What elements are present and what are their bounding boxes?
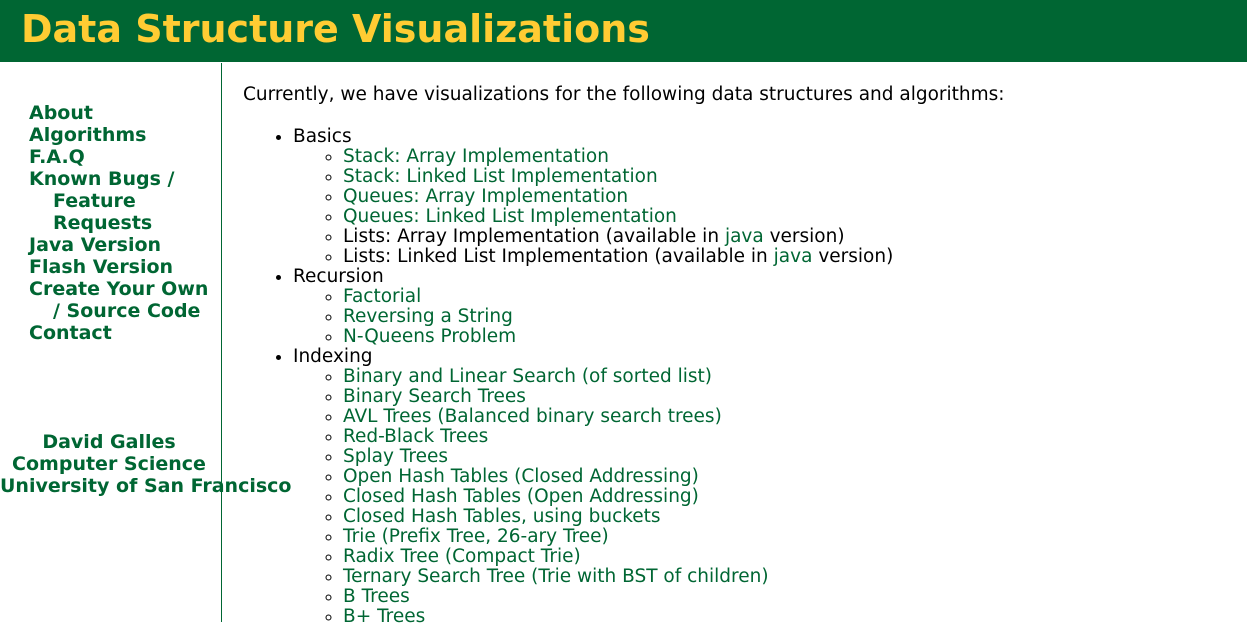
category-recursion: RecursionFactorialReversing a StringN-Qu… <box>293 267 1233 347</box>
algorithm-item: Closed Hash Tables (Open Addressing) <box>343 487 1233 507</box>
algorithm-item: Reversing a String <box>343 307 1233 327</box>
splay-trees-link[interactable]: Splay Trees <box>343 446 448 467</box>
algorithm-item: Splay Trees <box>343 447 1233 467</box>
algorithm-label: Lists: Linked List Implementation (avail… <box>343 246 774 267</box>
algorithm-item: Stack: Array Implementation <box>343 147 1233 167</box>
sidebar-item-faq: F.A.Q <box>29 146 209 168</box>
sidebar-item-known-bugs: Known Bugs / Feature Requests <box>29 168 209 234</box>
category-basics: BasicsStack: Array ImplementationStack: … <box>293 127 1233 267</box>
sidebar: About Algorithms F.A.Q Known Bugs / Feat… <box>0 63 292 622</box>
create-your-own-link[interactable]: Create Your Own / Source Code <box>29 278 208 322</box>
ternary-search-tree-trie-with-bst-of-children-link[interactable]: Ternary Search Tree (Trie with BST of ch… <box>343 566 769 587</box>
algorithm-list: Stack: Array ImplementationStack: Linked… <box>293 147 1233 267</box>
algorithms-link[interactable]: Algorithms <box>29 124 146 146</box>
sidebar-item-flash-version: Flash Version <box>29 256 209 278</box>
sidebar-nav: About Algorithms F.A.Q Known Bugs / Feat… <box>29 102 209 344</box>
category-list: BasicsStack: Array ImplementationStack: … <box>243 127 1233 627</box>
algorithm-item: Queues: Array Implementation <box>343 187 1233 207</box>
algorithm-item: Closed Hash Tables, using buckets <box>343 507 1233 527</box>
algorithm-item: Radix Tree (Compact Trie) <box>343 547 1233 567</box>
algorithm-label-suffix: version) <box>812 246 894 267</box>
radix-tree-compact-trie-link[interactable]: Radix Tree (Compact Trie) <box>343 546 581 567</box>
java-version-link[interactable]: java <box>774 246 813 267</box>
algorithm-item: B+ Trees <box>343 607 1233 627</box>
algorithm-item: N-Queens Problem <box>343 327 1233 347</box>
algorithm-item: Stack: Linked List Implementation <box>343 167 1233 187</box>
binary-and-linear-search-of-sorted-list-link[interactable]: Binary and Linear Search (of sorted list… <box>343 366 712 387</box>
algorithm-item: Factorial <box>343 287 1233 307</box>
author-name: David Galles <box>42 431 176 453</box>
algorithm-label-suffix: version) <box>763 226 845 247</box>
author-university: University of San Francisco <box>0 475 292 497</box>
open-hash-tables-closed-addressing-link[interactable]: Open Hash Tables (Closed Addressing) <box>343 466 699 487</box>
sidebar-item-contact: Contact <box>29 322 209 344</box>
n-queens-problem-link[interactable]: N-Queens Problem <box>343 326 516 347</box>
known-bugs-link[interactable]: Known Bugs / Feature Requests <box>29 168 174 234</box>
stack-linked-list-implementation-link[interactable]: Stack: Linked List Implementation <box>343 166 658 187</box>
binary-search-trees-link[interactable]: Binary Search Trees <box>343 386 526 407</box>
algorithm-item: B Trees <box>343 587 1233 607</box>
algorithm-item: Binary Search Trees <box>343 387 1233 407</box>
factorial-link[interactable]: Factorial <box>343 286 421 307</box>
queues-linked-list-implementation-link[interactable]: Queues: Linked List Implementation <box>343 206 677 227</box>
algorithm-item: AVL Trees (Balanced binary search trees) <box>343 407 1233 427</box>
sidebar-item-algorithms: Algorithms <box>29 124 209 146</box>
page-title: Data Structure Visualizations <box>21 7 650 51</box>
intro-text: Currently, we have visualizations for th… <box>243 84 1005 105</box>
algorithm-item: Lists: Linked List Implementation (avail… <box>343 247 1233 267</box>
category-label: Basics <box>293 126 352 147</box>
trie-prefix-tree-26-ary-tree-link[interactable]: Trie (Prefix Tree, 26-ary Tree) <box>343 526 609 547</box>
algorithm-item: Binary and Linear Search (of sorted list… <box>343 367 1233 387</box>
flash-version-link[interactable]: Flash Version <box>29 256 173 278</box>
category-label: Indexing <box>293 346 373 367</box>
queues-array-implementation-link[interactable]: Queues: Array Implementation <box>343 186 628 207</box>
page-header: Data Structure Visualizations <box>0 0 1247 62</box>
contact-link[interactable]: Contact <box>29 322 112 344</box>
about-link[interactable]: About <box>29 102 93 124</box>
faq-link[interactable]: F.A.Q <box>29 146 85 168</box>
avl-trees-balanced-binary-search-trees-link[interactable]: AVL Trees (Balanced binary search trees) <box>343 406 722 427</box>
algorithm-item: Open Hash Tables (Closed Addressing) <box>343 467 1233 487</box>
author-block: David Galles Computer Science University… <box>0 431 292 497</box>
algorithm-list: Binary and Linear Search (of sorted list… <box>293 367 1233 627</box>
algorithm-item: Lists: Array Implementation (available i… <box>343 227 1233 247</box>
sidebar-item-java-version: Java Version <box>29 234 209 256</box>
java-version-link[interactable]: java <box>725 226 764 247</box>
closed-hash-tables-using-buckets-link[interactable]: Closed Hash Tables, using buckets <box>343 506 661 527</box>
category-indexing: IndexingBinary and Linear Search (of sor… <box>293 347 1233 627</box>
algorithm-item: Trie (Prefix Tree, 26-ary Tree) <box>343 527 1233 547</box>
red-black-trees-link[interactable]: Red-Black Trees <box>343 426 488 447</box>
algorithm-item: Red-Black Trees <box>343 427 1233 447</box>
b-trees-link[interactable]: B Trees <box>343 586 410 607</box>
author-department: Computer Science <box>12 453 206 475</box>
closed-hash-tables-open-addressing-link[interactable]: Closed Hash Tables (Open Addressing) <box>343 486 699 507</box>
b-trees-link[interactable]: B+ Trees <box>343 606 425 627</box>
reversing-a-string-link[interactable]: Reversing a String <box>343 306 513 327</box>
algorithm-label: Lists: Array Implementation (available i… <box>343 226 725 247</box>
algorithm-item: Ternary Search Tree (Trie with BST of ch… <box>343 567 1233 587</box>
category-label: Recursion <box>293 266 384 287</box>
java-version-link[interactable]: Java Version <box>29 234 161 256</box>
stack-array-implementation-link[interactable]: Stack: Array Implementation <box>343 146 609 167</box>
algorithm-list: FactorialReversing a StringN-Queens Prob… <box>293 287 1233 347</box>
sidebar-item-about: About <box>29 102 209 124</box>
algorithm-item: Queues: Linked List Implementation <box>343 207 1233 227</box>
main-content: Currently, we have visualizations for th… <box>243 81 1233 627</box>
sidebar-item-create-your-own: Create Your Own / Source Code <box>29 278 209 322</box>
